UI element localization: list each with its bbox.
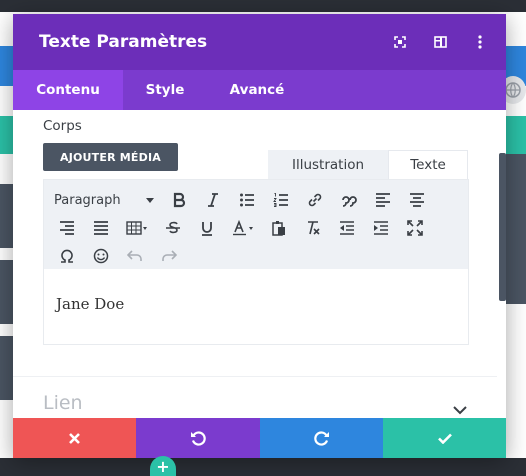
caret-down-icon — [146, 197, 154, 203]
tab-avance[interactable]: Avancé — [207, 70, 307, 110]
table-icon[interactable] — [118, 215, 156, 241]
editor-text-area[interactable]: Jane Doe — [44, 269, 468, 339]
italic-icon[interactable] — [196, 187, 230, 213]
settings-modal: Texte Paramètres Contenu Style Avancé Co… — [13, 14, 506, 458]
underline-icon[interactable] — [190, 215, 224, 241]
link-icon[interactable] — [298, 187, 332, 213]
align-left-icon[interactable] — [366, 187, 400, 213]
paragraph-format-value: Paragraph — [54, 192, 121, 208]
editor-body-text: Jane Doe — [56, 295, 125, 313]
text-color-icon[interactable] — [224, 215, 262, 241]
redo-button[interactable] — [260, 418, 383, 458]
align-center-icon[interactable] — [400, 187, 434, 213]
tab-texte[interactable]: Texte — [388, 150, 468, 179]
close-icon — [69, 432, 80, 444]
page-bottom-bar — [0, 458, 526, 476]
modal-tabs: Contenu Style Avancé — [13, 70, 506, 110]
emoticon-icon[interactable] — [84, 243, 118, 269]
chevron-down-icon[interactable] — [453, 400, 467, 419]
align-justify-icon[interactable] — [84, 215, 118, 241]
redo-icon — [313, 431, 329, 446]
page-top-bar — [0, 0, 526, 12]
tab-illustration[interactable]: Illustration — [268, 150, 388, 179]
undo-edit-icon[interactable] — [118, 243, 152, 269]
bullet-list-icon[interactable] — [230, 187, 264, 213]
section-toggle-lien[interactable]: Lien — [43, 392, 83, 414]
special-character-icon[interactable] — [50, 243, 84, 269]
undo-button[interactable] — [136, 418, 260, 458]
modal-header: Texte Paramètres — [13, 14, 506, 70]
check-icon — [437, 433, 452, 444]
fullscreen-icon[interactable] — [398, 215, 432, 241]
tab-style[interactable]: Style — [123, 70, 207, 110]
content-scrollbar[interactable] — [499, 153, 506, 301]
strikethrough-icon[interactable] — [156, 215, 190, 241]
split-view-icon[interactable] — [430, 32, 450, 52]
editor-tabs: Illustration Texte — [268, 150, 468, 179]
focus-icon[interactable] — [390, 32, 410, 52]
paragraph-format-select[interactable]: Paragraph — [50, 187, 162, 213]
bold-icon[interactable] — [162, 187, 196, 213]
page-row-block — [0, 260, 14, 324]
align-right-icon[interactable] — [50, 215, 84, 241]
page-row-block — [0, 336, 14, 400]
indent-icon[interactable] — [364, 215, 398, 241]
field-label-corps: Corps — [43, 118, 82, 134]
plus-icon: + — [156, 456, 170, 476]
editor-toolbar: Paragraph — [44, 180, 468, 269]
clear-formatting-icon[interactable] — [296, 215, 330, 241]
rich-text-editor: Paragraph Jane Doe — [43, 179, 469, 345]
modal-content: Corps AJOUTER MÉDIA Illustration Texte P… — [13, 110, 506, 418]
cancel-button[interactable] — [13, 418, 136, 458]
page-row-block — [0, 184, 14, 248]
save-button[interactable] — [383, 418, 506, 458]
blockquote-icon[interactable] — [332, 187, 366, 213]
more-options-icon[interactable] — [470, 32, 490, 52]
modal-footer — [13, 418, 506, 458]
add-media-button[interactable]: AJOUTER MÉDIA — [43, 143, 178, 171]
numbered-list-icon[interactable] — [264, 187, 298, 213]
undo-icon — [191, 431, 206, 446]
tab-contenu[interactable]: Contenu — [13, 70, 123, 110]
page-right-panel — [504, 154, 526, 304]
modal-title: Texte Paramètres — [39, 32, 208, 52]
add-module-button[interactable]: + — [150, 456, 176, 476]
redo-edit-icon[interactable] — [152, 243, 186, 269]
section-divider — [13, 376, 497, 377]
outdent-icon[interactable] — [330, 215, 364, 241]
paste-text-icon[interactable] — [262, 215, 296, 241]
